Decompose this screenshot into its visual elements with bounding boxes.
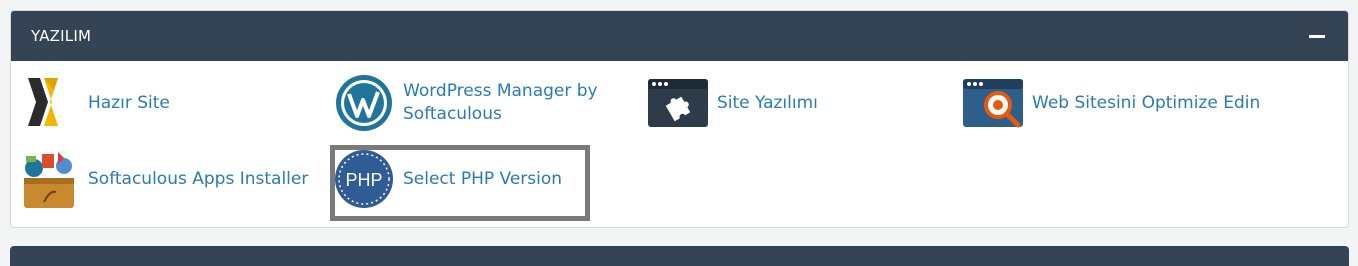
item-select-php-version[interactable]: PHP Select PHP Version <box>333 148 562 210</box>
item-optimize-website[interactable]: Web Sitesini Optimize Edin <box>962 72 1260 134</box>
site-software-icon <box>647 72 709 134</box>
item-label: Site Yazılımı <box>717 92 818 113</box>
item-label-line1: WordPress Manager by <box>403 81 598 101</box>
item-softaculous-installer[interactable]: Softaculous Apps Installer <box>18 148 308 210</box>
panel-header[interactable]: YAZILIM <box>11 11 1348 61</box>
item-label: Web Sitesini Optimize Edin <box>1032 92 1261 113</box>
php-icon: PHP <box>333 148 395 210</box>
item-wordpress-manager[interactable]: WordPress Manager by Softaculous <box>333 72 598 134</box>
softaculous-icon <box>18 148 80 210</box>
next-panel-header[interactable] <box>10 246 1349 266</box>
panel-title: YAZILIM <box>31 27 92 45</box>
collapse-icon[interactable] <box>1308 27 1326 45</box>
item-label: Select PHP Version <box>403 168 563 189</box>
hazir-site-icon <box>18 72 80 134</box>
optimize-website-icon <box>962 72 1024 134</box>
wordpress-icon <box>333 72 395 134</box>
item-label-line2: Softaculous <box>403 104 502 124</box>
item-label: Hazır Site <box>88 92 170 113</box>
item-label: Softaculous Apps Installer <box>88 168 309 189</box>
item-label: WordPress Manager by Softaculous <box>403 80 598 126</box>
item-hazir-site[interactable]: Hazır Site <box>18 72 170 134</box>
php-icon-text: PHP <box>345 170 382 190</box>
item-site-yazilimi[interactable]: Site Yazılımı <box>647 72 818 134</box>
